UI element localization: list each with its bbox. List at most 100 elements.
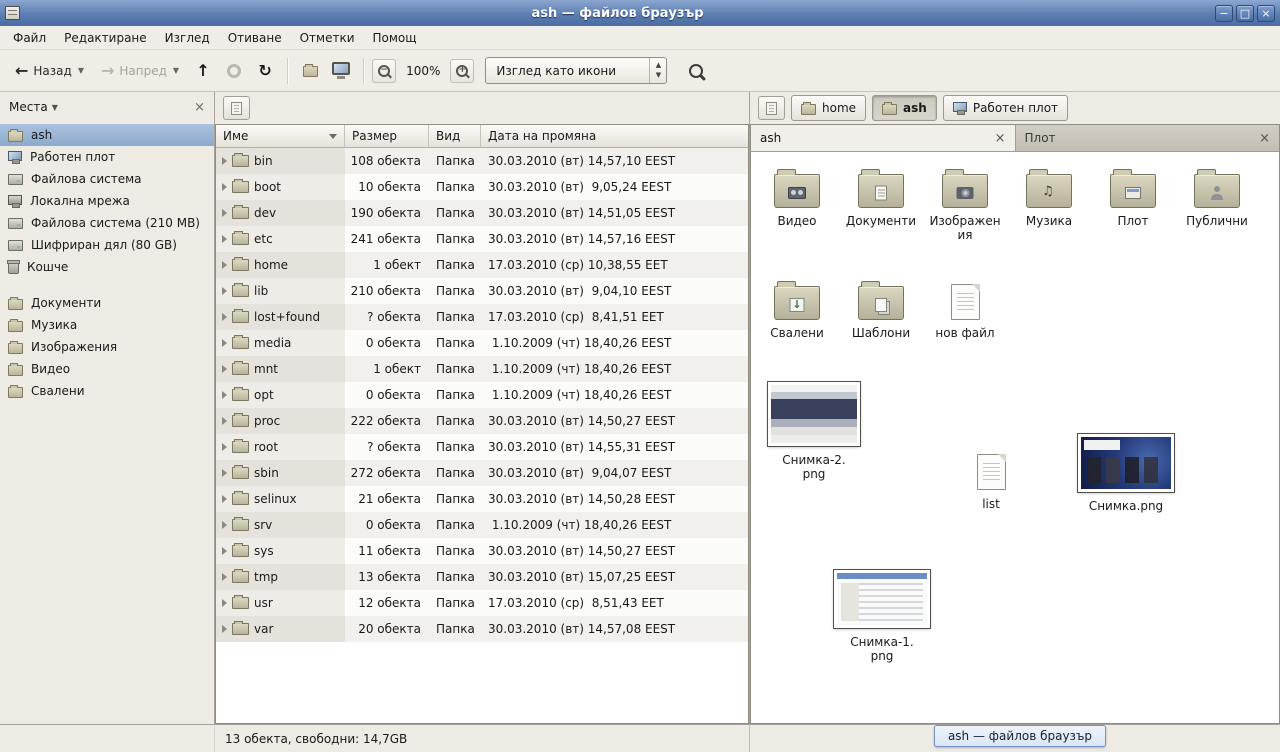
table-row[interactable]: tmp 13 обекта Папка 30.03.2010 (вт) 15,0… [216,564,748,590]
table-row[interactable]: lost+found ? обекта Папка 17.03.2010 (ср… [216,304,748,330]
expander-icon[interactable] [222,365,227,373]
breadcrumb-button[interactable]: Работен плот [943,95,1068,121]
location-toggle-button[interactable] [758,96,785,120]
file-icon[interactable]: Плот [1093,166,1173,228]
menu-item[interactable]: Отиване [219,28,291,48]
sidebar-item[interactable]: Музика [0,314,214,336]
table-row[interactable]: usr 12 обекта Папка 17.03.2010 (ср) 8,51… [216,590,748,616]
expander-icon[interactable] [222,469,227,477]
up-button[interactable]: ↑ [189,57,217,85]
home-button[interactable] [296,57,324,85]
sidebar-item[interactable]: Кошче [0,256,214,278]
expander-icon[interactable] [222,157,227,165]
minimize-icon[interactable] [1215,5,1233,22]
column-header-size[interactable]: Размер [345,125,429,148]
table-row[interactable]: root ? обекта Папка 30.03.2010 (вт) 14,5… [216,434,748,460]
reload-button[interactable]: ↻ [251,57,279,85]
expander-icon[interactable] [222,261,227,269]
maximize-icon[interactable] [1236,5,1254,22]
column-header-date[interactable]: Дата на промяна [481,125,748,148]
sidebar-item[interactable]: Изображения [0,336,214,358]
breadcrumb-button[interactable]: home [791,95,866,121]
computer-button[interactable] [327,57,355,85]
menu-item[interactable]: Отметки [291,28,364,48]
expander-icon[interactable] [222,339,227,347]
menu-item[interactable]: Изглед [156,28,219,48]
search-button[interactable] [682,57,710,85]
file-icon[interactable]: list [955,448,1027,511]
table-row[interactable]: dev 190 обекта Папка 30.03.2010 (вт) 14,… [216,200,748,226]
file-icon[interactable]: Свалени [757,278,837,340]
file-icon[interactable]: Снимка.png [1071,434,1181,513]
table-row[interactable]: home 1 обект Папка 17.03.2010 (ср) 10,38… [216,252,748,278]
expander-icon[interactable] [222,183,227,191]
back-history-chevron-icon[interactable]: ▼ [78,66,84,75]
file-icon[interactable]: Документи [841,166,921,228]
tab-close-icon[interactable] [995,132,1006,145]
tab-close-icon[interactable] [1259,132,1270,145]
sidebar-item[interactable]: ash [0,124,214,146]
pane-tab[interactable]: ash [751,125,1016,151]
expander-icon[interactable] [222,573,227,581]
table-row[interactable]: lib 210 обекта Папка 30.03.2010 (вт) 9,0… [216,278,748,304]
view-mode-select[interactable]: Изглед като икони ▲▼ [485,57,667,84]
menu-item[interactable]: Помощ [364,28,426,48]
expander-icon[interactable] [222,443,227,451]
sidebar-item[interactable]: Шифриран дял (80 GB) [0,234,214,256]
expander-icon[interactable] [222,599,227,607]
icon-view[interactable]: Видео Документи [751,152,1279,723]
column-header-name[interactable]: Име [216,125,345,148]
pane-tab[interactable]: Плот [1016,125,1280,151]
menu-item[interactable]: Редактиране [55,28,156,48]
expander-icon[interactable] [222,547,227,555]
expander-icon[interactable] [222,287,227,295]
table-row[interactable]: opt 0 обекта Папка 1.10.2009 (чт) 18,40,… [216,382,748,408]
breadcrumb-button[interactable]: ash [872,95,937,121]
expander-icon[interactable] [222,417,227,425]
table-row[interactable]: proc 222 обекта Папка 30.03.2010 (вт) 14… [216,408,748,434]
sidebar-title[interactable]: Места [9,100,48,114]
location-toggle-button[interactable] [223,96,250,120]
file-icon[interactable]: Изображен ия [925,166,1005,242]
expander-icon[interactable] [222,625,227,633]
table-row[interactable]: srv 0 обекта Папка 1.10.2009 (чт) 18,40,… [216,512,748,538]
sidebar-item[interactable]: Видео [0,358,214,380]
expander-icon[interactable] [222,235,227,243]
table-row[interactable]: mnt 1 обект Папка 1.10.2009 (чт) 18,40,2… [216,356,748,382]
file-icon[interactable]: Шаблони [841,278,921,340]
table-row[interactable]: boot 10 обекта Папка 30.03.2010 (вт) 9,0… [216,174,748,200]
sidebar-chevron-down-icon[interactable]: ▼ [52,103,58,112]
sidebar-item[interactable]: Файлова система (210 MB) [0,212,214,234]
sidebar-item[interactable]: Локална мрежа [0,190,214,212]
file-icon[interactable]: Видео [757,166,837,228]
forward-button[interactable]: → Напред ▼ [94,59,186,83]
sidebar-item[interactable]: Работен плот [0,146,214,168]
sidebar-close-icon[interactable]: × [194,101,205,114]
table-row[interactable]: bin 108 обекта Папка 30.03.2010 (вт) 14,… [216,148,748,174]
sidebar-item[interactable]: Документи [0,292,214,314]
menu-item[interactable]: Файл [4,28,55,48]
zoom-out-button[interactable]: − [372,59,396,83]
stop-button[interactable] [220,57,248,85]
file-icon[interactable]: нов файл [925,278,1005,340]
sidebar-item[interactable]: Свалени [0,380,214,402]
table-row[interactable]: var 20 обекта Папка 30.03.2010 (вт) 14,5… [216,616,748,642]
expander-icon[interactable] [222,209,227,217]
view-mode-spinner-icon[interactable]: ▲▼ [649,58,666,83]
file-icon[interactable]: Снимка-2. png [761,382,867,481]
expander-icon[interactable] [222,391,227,399]
table-row[interactable]: sbin 272 обекта Папка 30.03.2010 (вт) 9,… [216,460,748,486]
table-row[interactable]: sys 11 обекта Папка 30.03.2010 (вт) 14,5… [216,538,748,564]
zoom-in-button[interactable]: + [450,59,474,83]
expander-icon[interactable] [222,313,227,321]
sidebar-item[interactable]: Файлова система [0,168,214,190]
titlebar[interactable]: ash — файлов браузър [0,0,1280,26]
table-row[interactable]: selinux 21 обекта Папка 30.03.2010 (вт) … [216,486,748,512]
expander-icon[interactable] [222,521,227,529]
file-icon[interactable]: Снимка-1. png [827,570,937,663]
column-header-type[interactable]: Вид [429,125,481,148]
table-row[interactable]: etc 241 обекта Папка 30.03.2010 (вт) 14,… [216,226,748,252]
back-button[interactable]: ← Назад ▼ [8,59,91,83]
taskbar-window-button[interactable]: ash — файлов браузър [934,725,1106,747]
file-icon[interactable]: Музика [1009,166,1089,228]
